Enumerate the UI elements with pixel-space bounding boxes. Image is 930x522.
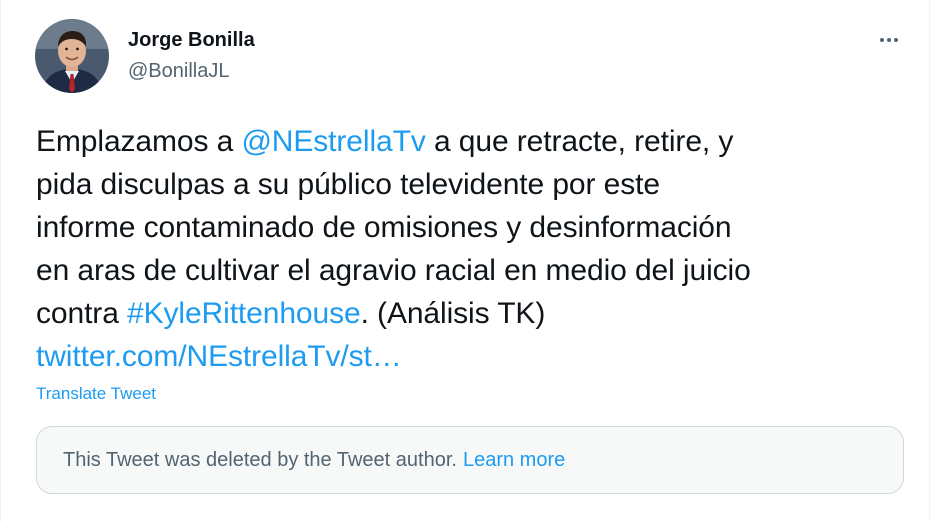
more-horizontal-icon: [880, 38, 898, 42]
tweet-line: informe contaminado de omisiones y desin…: [36, 211, 732, 244]
translate-tweet-button[interactable]: Translate Tweet: [36, 384, 156, 404]
mention-link[interactable]: @NEstrellaTv: [241, 125, 425, 158]
tweet-text-segment: contra: [36, 297, 128, 330]
tweet-text: Emplazamos a @NEstrellaTv a que retracte…: [36, 120, 896, 378]
learn-more-link[interactable]: Learn more: [463, 449, 565, 472]
tweet-card: Jorge Bonilla @BonillaJL Emplazamos a @N…: [0, 0, 930, 522]
url-link[interactable]: twitter.com/NEstrellaTv/st…: [36, 340, 402, 373]
tweet-line: pida disculpas a su público televidente …: [36, 168, 660, 201]
tweet-line: Emplazamos a @NEstrellaTv a que retracte…: [36, 120, 896, 163]
tweet-text-segment: a que retracte, retire, y: [425, 125, 734, 158]
avatar[interactable]: [35, 19, 109, 93]
deleted-notice-text: This Tweet was deleted by the Tweet auth…: [63, 448, 457, 471]
tweet-text-segment: . (Análisis TK): [360, 297, 546, 330]
tweet-line: twitter.com/NEstrellaTv/st…: [36, 335, 896, 378]
hashtag-link[interactable]: #KyleRittenhouse: [127, 297, 361, 330]
author-name[interactable]: Jorge Bonilla: [128, 29, 255, 52]
tweet-line: contra #KyleRittenhouse. (Análisis TK): [36, 292, 896, 335]
deleted-tweet-notice: This Tweet was deleted by the Tweet auth…: [36, 426, 904, 494]
more-options-button[interactable]: [869, 25, 909, 55]
tweet-text-segment: Emplazamos a: [36, 125, 242, 158]
author-handle[interactable]: @BonillaJL: [128, 60, 229, 83]
tweet-line: en aras de cultivar el agravio racial en…: [36, 254, 751, 287]
